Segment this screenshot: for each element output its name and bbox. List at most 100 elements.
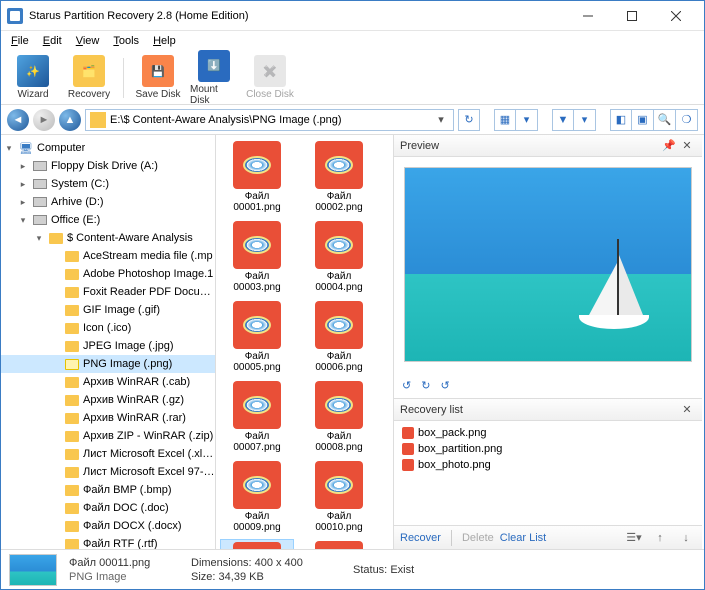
nav-forward-button[interactable]: ► <box>33 109 55 131</box>
recovery-list-item[interactable]: box_pack.png <box>402 425 694 441</box>
view-dropdown-button[interactable]: ▾ <box>516 109 538 131</box>
tree-item[interactable]: Лист Microsoft Excel 97-20 <box>1 463 215 481</box>
file-item[interactable]: Файл 00006.png <box>302 299 376 375</box>
status-status-label: Status: <box>353 564 387 576</box>
menu-help[interactable]: Help <box>147 33 182 49</box>
tree-item[interactable]: AceStream media file (.mp <box>1 247 215 265</box>
preview-pin-icon[interactable]: 📌 <box>660 139 678 152</box>
status-size-label: Size: <box>191 571 215 583</box>
folder-icon <box>65 359 79 370</box>
file-icon <box>402 443 414 455</box>
list-options-icon[interactable]: ☰▾ <box>624 529 644 547</box>
wizard-button[interactable]: ✨ Wizard <box>7 53 59 102</box>
tree-item[interactable]: Файл DOC (.doc) <box>1 499 215 517</box>
tree-item[interactable]: Архив WinRAR (.rar) <box>1 409 215 427</box>
panel-button-1[interactable]: ◧ <box>610 109 632 131</box>
recovery-button[interactable]: 🗂️ Recovery <box>63 53 115 102</box>
file-item[interactable]: Файл 00009.png <box>220 459 294 535</box>
filter-button[interactable]: ▼ <box>552 109 574 131</box>
recovery-list-items[interactable]: box_pack.png box_partition.png box_photo… <box>394 421 702 525</box>
delete-button[interactable]: Delete <box>462 532 494 544</box>
tree-arhive[interactable]: ▸Arhive (D:) <box>1 193 215 211</box>
close-disk-icon: ✖️ <box>254 55 286 87</box>
toolbar-separator <box>123 58 124 98</box>
rotate-right-button[interactable]: ↻ <box>421 379 430 392</box>
tree-item[interactable]: GIF Image (.gif) <box>1 301 215 319</box>
clear-list-button[interactable]: Clear List <box>500 532 546 544</box>
refresh-preview-button[interactable]: ↺ <box>440 379 449 392</box>
folder-icon <box>65 305 79 316</box>
refresh-button[interactable]: ↻ <box>458 109 480 131</box>
rotate-left-button[interactable]: ↺ <box>402 379 411 392</box>
menu-file[interactable]: File <box>5 33 35 49</box>
tree-item[interactable]: Архив WinRAR (.gz) <box>1 391 215 409</box>
tree-item[interactable]: Архив WinRAR (.cab) <box>1 373 215 391</box>
drive-icon <box>33 215 47 225</box>
file-item[interactable]: Файл 00005.png <box>220 299 294 375</box>
menu-view[interactable]: View <box>70 33 106 49</box>
file-item[interactable]: Файл 00012.png <box>302 539 376 549</box>
save-disk-button[interactable]: 💾 Save Disk <box>132 53 184 102</box>
menu-edit[interactable]: Edit <box>37 33 68 49</box>
file-label: Файл 00006.png <box>304 351 374 373</box>
view-large-button[interactable]: ▦ <box>494 109 516 131</box>
menu-tools[interactable]: Tools <box>107 33 145 49</box>
tree-item-png-selected[interactable]: PNG Image (.png) <box>1 355 215 373</box>
maximize-button[interactable] <box>610 2 654 30</box>
tree-item[interactable]: Icon (.ico) <box>1 319 215 337</box>
file-item[interactable]: Файл 00001.png <box>220 139 294 215</box>
recovery-list-close-icon[interactable]: ✕ <box>678 403 696 416</box>
tree-item[interactable]: JPEG Image (.jpg) <box>1 337 215 355</box>
tree-content-analysis[interactable]: ▾$ Content-Aware Analysis <box>1 229 215 247</box>
file-grid[interactable]: Файл 00001.pngФайл 00002.pngФайл 00003.p… <box>216 135 393 549</box>
file-item[interactable]: Файл 00010.png <box>302 459 376 535</box>
nav-up-button[interactable]: ▲ <box>59 109 81 131</box>
file-item[interactable]: Файл 00007.png <box>220 379 294 455</box>
tree-floppy[interactable]: ▸Floppy Disk Drive (A:) <box>1 157 215 175</box>
file-item[interactable]: Файл 00004.png <box>302 219 376 295</box>
tree-item[interactable]: Файл RTF (.rtf) <box>1 535 215 549</box>
recover-button[interactable]: Recover <box>400 532 441 544</box>
window-title: Starus Partition Recovery 2.8 (Home Edit… <box>29 10 566 22</box>
title-bar: Starus Partition Recovery 2.8 (Home Edit… <box>1 1 704 31</box>
mount-disk-button[interactable]: ⬇️ Mount Disk <box>188 48 240 108</box>
folder-icon <box>65 485 79 496</box>
right-panel: Preview 📌 ✕ ↺ ↻ ↺ Recovery list ✕ box_pa… <box>393 135 702 549</box>
move-up-icon[interactable]: ↑ <box>650 529 670 547</box>
tree-item[interactable]: Лист Microsoft Excel (.xlsx) <box>1 445 215 463</box>
tree-office[interactable]: ▾Office (E:) <box>1 211 215 229</box>
folder-icon <box>65 431 79 442</box>
filter-dropdown-button[interactable]: ▾ <box>574 109 596 131</box>
file-item[interactable]: Файл 00008.png <box>302 379 376 455</box>
options-button[interactable]: ❍ <box>676 109 698 131</box>
image-file-icon <box>315 301 363 349</box>
nav-back-button[interactable]: ◄ <box>7 109 29 131</box>
folder-tree[interactable]: ▾🖥Computer ▸Floppy Disk Drive (A:) ▸Syst… <box>1 135 216 549</box>
panel-button-2[interactable]: ▣ <box>632 109 654 131</box>
file-item[interactable]: Файл 00003.png <box>220 219 294 295</box>
tree-item[interactable]: Adobe Photoshop Image.1 <box>1 265 215 283</box>
tree-item[interactable]: Foxit Reader PDF Documen <box>1 283 215 301</box>
minimize-button[interactable] <box>566 2 610 30</box>
folder-icon <box>65 539 79 550</box>
close-disk-button[interactable]: ✖️ Close Disk <box>244 53 296 102</box>
recovery-list-item[interactable]: box_photo.png <box>402 457 694 473</box>
preview-close-icon[interactable]: ✕ <box>678 139 696 152</box>
tree-item[interactable]: Файл BMP (.bmp) <box>1 481 215 499</box>
address-bar[interactable]: E:\$ Content-Aware Analysis\PNG Image (.… <box>85 109 454 131</box>
file-item[interactable]: Файл 00002.png <box>302 139 376 215</box>
recovery-list-item[interactable]: box_partition.png <box>402 441 694 457</box>
tree-computer[interactable]: ▾🖥Computer <box>1 139 215 157</box>
folder-icon <box>65 467 79 478</box>
search-button[interactable]: 🔍 <box>654 109 676 131</box>
nav-bar: ◄ ► ▲ E:\$ Content-Aware Analysis\PNG Im… <box>1 105 704 135</box>
file-label: Файл 00010.png <box>304 511 374 533</box>
tree-item[interactable]: Архив ZIP - WinRAR (.zip) <box>1 427 215 445</box>
floppy-icon <box>33 161 47 171</box>
address-dropdown-icon[interactable]: ▾ <box>433 113 449 126</box>
tree-system[interactable]: ▸System (C:) <box>1 175 215 193</box>
close-button[interactable] <box>654 2 698 30</box>
move-down-icon[interactable]: ↓ <box>676 529 696 547</box>
file-item[interactable]: Файл 00011.png <box>220 539 294 549</box>
tree-item[interactable]: Файл DOCX (.docx) <box>1 517 215 535</box>
